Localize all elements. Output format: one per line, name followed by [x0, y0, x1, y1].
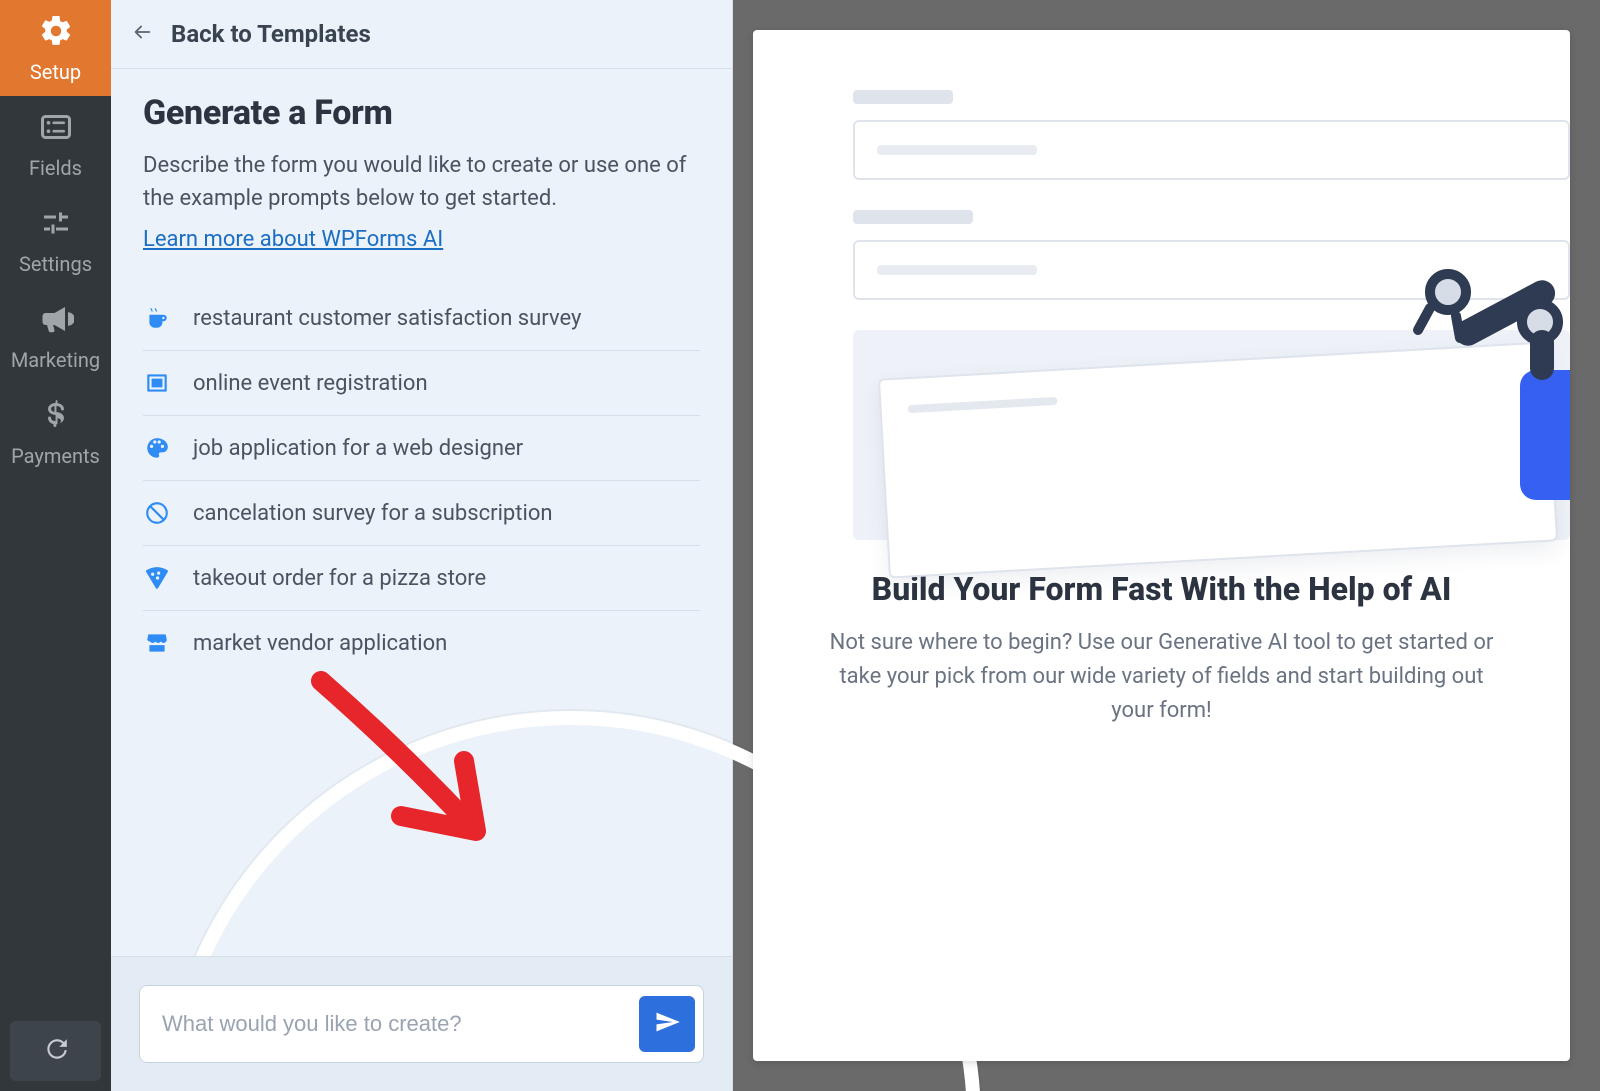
prompt-item-cancel[interactable]: cancelation survey for a subscription: [143, 481, 700, 546]
prompt-text: job application for a web designer: [193, 436, 523, 461]
nav-item-settings[interactable]: Settings: [0, 192, 111, 288]
prompt-box: [139, 985, 704, 1063]
builder-vertical-nav: Setup Fields Settings Marketing Payments: [0, 0, 111, 1091]
skeleton-label: [853, 210, 973, 224]
skeleton-label: [853, 90, 953, 104]
learn-more-link[interactable]: Learn more about WPForms AI: [143, 227, 443, 252]
generator-body: Generate a Form Describe the form you wo…: [111, 69, 732, 699]
display-icon: [143, 369, 171, 397]
ban-icon: [143, 499, 171, 527]
prompt-item-vendor[interactable]: market vendor application: [143, 611, 700, 675]
nav-label: Setup: [30, 60, 81, 84]
gear-icon: [38, 13, 74, 54]
prompt-text: cancelation survey for a subscription: [193, 501, 553, 526]
prompt-item-pizza[interactable]: takeout order for a pizza store: [143, 546, 700, 611]
cup-icon: [143, 304, 171, 332]
generator-description: Describe the form you would like to crea…: [143, 149, 700, 215]
preview-description: Not sure where to begin? Use our Generat…: [813, 626, 1510, 728]
nav-label: Payments: [11, 444, 100, 468]
skeleton-textarea-bg: [853, 330, 1570, 540]
generator-panel: Back to Templates Generate a Form Descri…: [111, 0, 733, 1091]
prompt-text: online event registration: [193, 371, 428, 396]
prompt-text: takeout order for a pizza store: [193, 566, 486, 591]
prompt-item-job[interactable]: job application for a web designer: [143, 416, 700, 481]
app-root: Setup Fields Settings Marketing Payments: [0, 0, 1600, 1091]
nav-label: Marketing: [11, 348, 100, 372]
prompt-input[interactable]: [162, 1011, 639, 1037]
preview-area: Build Your Form Fast With the Help of AI…: [733, 0, 1600, 1091]
pizza-icon: [143, 564, 171, 592]
back-label: Back to Templates: [171, 20, 371, 48]
history-icon: [43, 1036, 69, 1066]
generator-title-row: Generate a Form: [143, 93, 700, 133]
send-button[interactable]: [639, 996, 695, 1052]
skeleton-field: [853, 120, 1570, 180]
dollar-icon: [38, 397, 74, 438]
list-icon: [38, 109, 74, 150]
bullhorn-icon: [38, 301, 74, 342]
store-icon: [143, 629, 171, 657]
nav-history-button[interactable]: [10, 1021, 101, 1081]
nav-item-setup[interactable]: Setup: [0, 0, 111, 96]
example-prompts-list: restaurant customer satisfaction survey …: [143, 286, 700, 675]
nav-item-marketing[interactable]: Marketing: [0, 288, 111, 384]
prompt-text: market vendor application: [193, 631, 447, 656]
skeleton-field: [853, 240, 1570, 300]
generator-title: Generate a Form: [143, 93, 393, 133]
prompt-item-survey[interactable]: restaurant customer satisfaction survey: [143, 286, 700, 351]
nav-item-fields[interactable]: Fields: [0, 96, 111, 192]
skeleton-card: [878, 341, 1558, 578]
nav-label: Settings: [19, 252, 92, 276]
paper-plane-icon: [653, 1008, 681, 1040]
nav-item-payments[interactable]: Payments: [0, 384, 111, 480]
palette-icon: [143, 434, 171, 462]
nav-label: Fields: [29, 156, 82, 180]
nav-spacer: [0, 480, 111, 1011]
preview-illustration: [853, 90, 1570, 510]
prompt-text: restaurant customer satisfaction survey: [193, 306, 581, 331]
sliders-icon: [38, 205, 74, 246]
preview-card: Build Your Form Fast With the Help of AI…: [753, 30, 1570, 1061]
prompt-strip: [111, 956, 732, 1091]
arrow-left-icon: [131, 21, 153, 47]
prompt-item-event[interactable]: online event registration: [143, 351, 700, 416]
back-to-templates[interactable]: Back to Templates: [111, 0, 732, 69]
